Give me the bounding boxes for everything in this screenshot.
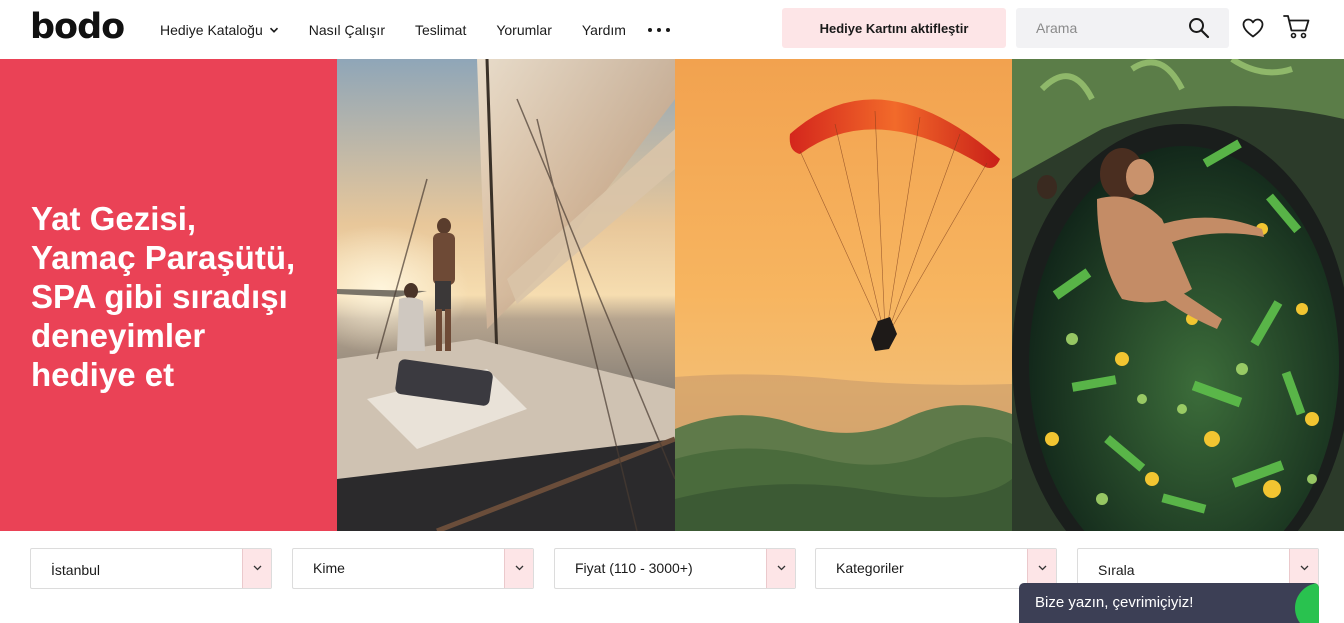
nav-label: Yardım [581, 21, 626, 38]
spa-bath-photo [1012, 59, 1344, 531]
nav-label: Hediye Kataloğu [160, 21, 263, 38]
nav-label: Yorumlar [496, 21, 552, 38]
select-label: Fiyat (110 - 3000+) [575, 560, 693, 576]
activate-gift-card-button[interactable]: Hediye Kartını aktifleştir [782, 8, 1006, 48]
hero-title-line: Yat Gezisi, [31, 200, 197, 237]
site-header: bodo Hediye Kataloğu Nasıl Çalışır Tesli… [0, 0, 1344, 59]
chevron-down-icon [253, 565, 262, 571]
hero-title-line: SPA gibi sıradışı [31, 278, 288, 315]
cart-icon[interactable] [1283, 14, 1311, 40]
hero-banner: Yat Gezisi, Yamaç Paraşütü, SPA gibi sır… [0, 59, 1344, 531]
city-select[interactable]: İstanbul [30, 548, 272, 589]
price-select[interactable]: Fiyat (110 - 3000+) [554, 548, 796, 589]
chevron-down-icon [269, 27, 278, 33]
bodo-logo[interactable]: bodo [30, 7, 125, 47]
nav-reviews[interactable]: Yorumlar [496, 22, 552, 38]
paragliding-photo [675, 59, 1012, 531]
heart-icon[interactable] [1241, 16, 1265, 40]
hero-title-line: hediye et [31, 356, 175, 393]
select-label: Kime [313, 560, 345, 576]
ellipsis-icon[interactable] [647, 27, 670, 32]
main-nav: Hediye Kataloğu Nasıl Çalışır Teslimat Y… [160, 0, 670, 59]
select-arrow [504, 549, 533, 588]
search-icon[interactable] [1187, 16, 1211, 40]
nav-label: Teslimat [414, 21, 467, 38]
chevron-down-icon [1038, 565, 1047, 571]
nav-how-it-works[interactable]: Nasıl Çalışır [309, 22, 385, 38]
chevron-down-icon [515, 565, 524, 571]
select-label: Kategoriler [836, 560, 904, 576]
chat-label: Bize yazın, çevrimiçiyiz! [1035, 594, 1194, 611]
recipient-select[interactable]: Kime [292, 548, 534, 589]
select-arrow [766, 549, 795, 588]
online-status-indicator [1295, 583, 1319, 623]
nav-delivery[interactable]: Teslimat [415, 22, 466, 38]
hero-title-line: deneyimler [31, 317, 206, 354]
live-chat-widget[interactable]: Bize yazın, çevrimiçiyiz! [1019, 583, 1319, 623]
chevron-down-icon [777, 565, 786, 571]
hero-text-panel: Yat Gezisi, Yamaç Paraşütü, SPA gibi sır… [0, 59, 337, 531]
nav-gift-catalog[interactable]: Hediye Kataloğu [160, 22, 279, 38]
select-arrow [242, 549, 271, 588]
nav-label: Nasıl Çalışır [308, 21, 385, 38]
hero-title: Yat Gezisi, Yamaç Paraşütü, SPA gibi sır… [31, 199, 331, 394]
search-box [1016, 8, 1229, 48]
select-label: İstanbul [51, 562, 101, 578]
search-input[interactable] [1016, 8, 1186, 48]
chevron-down-icon [1300, 565, 1309, 571]
yacht-photo [337, 59, 675, 531]
hero-title-line: Yamaç Paraşütü, [31, 239, 296, 276]
nav-help[interactable]: Yardım [582, 22, 626, 38]
